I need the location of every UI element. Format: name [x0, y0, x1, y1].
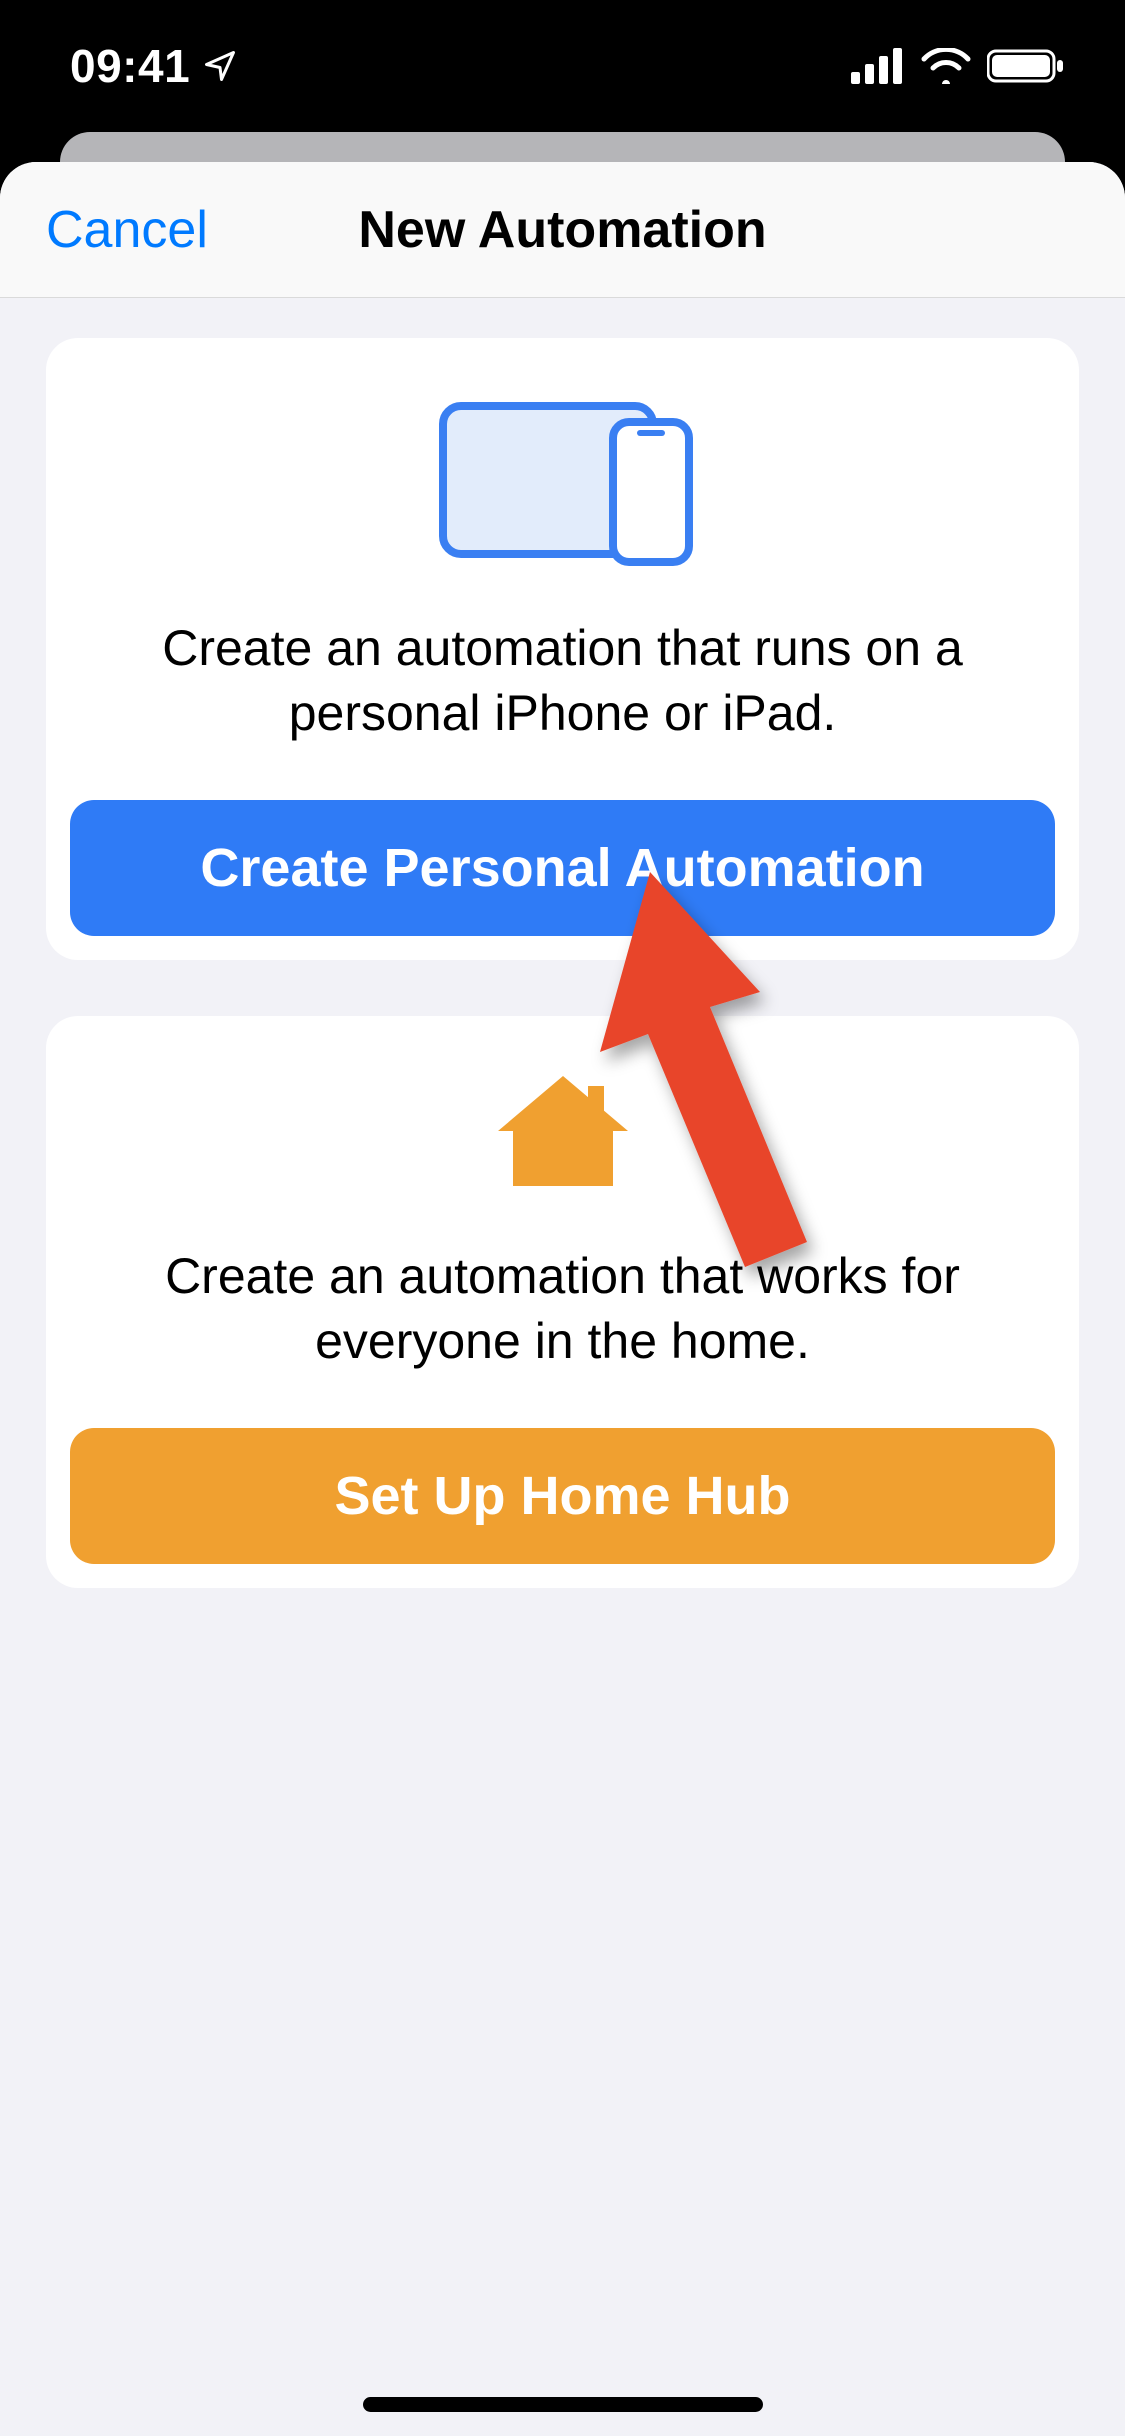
- home-automation-description: Create an automation that works for ever…: [70, 1244, 1055, 1374]
- battery-icon: [987, 48, 1065, 84]
- setup-home-hub-button[interactable]: Set Up Home Hub: [70, 1428, 1055, 1564]
- modal-sheet: Cancel New Automation Create an automati…: [0, 162, 1125, 2436]
- status-indicators: [851, 48, 1065, 84]
- cellular-signal-icon: [851, 48, 905, 84]
- cancel-button[interactable]: Cancel: [46, 200, 208, 260]
- personal-automation-description: Create an automation that runs on a pers…: [70, 616, 1055, 746]
- wifi-icon: [921, 48, 971, 84]
- home-icon: [70, 1066, 1055, 1196]
- status-time-group: 09:41: [70, 39, 238, 93]
- content-area: Create an automation that runs on a pers…: [0, 298, 1125, 1684]
- personal-automation-card: Create an automation that runs on a pers…: [46, 338, 1079, 960]
- location-icon: [202, 48, 238, 84]
- devices-icon: [70, 388, 1055, 568]
- create-personal-automation-button[interactable]: Create Personal Automation: [70, 800, 1055, 936]
- status-bar: 09:41: [0, 0, 1125, 132]
- page-title: New Automation: [358, 200, 766, 260]
- status-time: 09:41: [70, 39, 190, 93]
- home-automation-card: Create an automation that works for ever…: [46, 1016, 1079, 1588]
- nav-bar: Cancel New Automation: [0, 162, 1125, 298]
- home-indicator[interactable]: [363, 2397, 763, 2412]
